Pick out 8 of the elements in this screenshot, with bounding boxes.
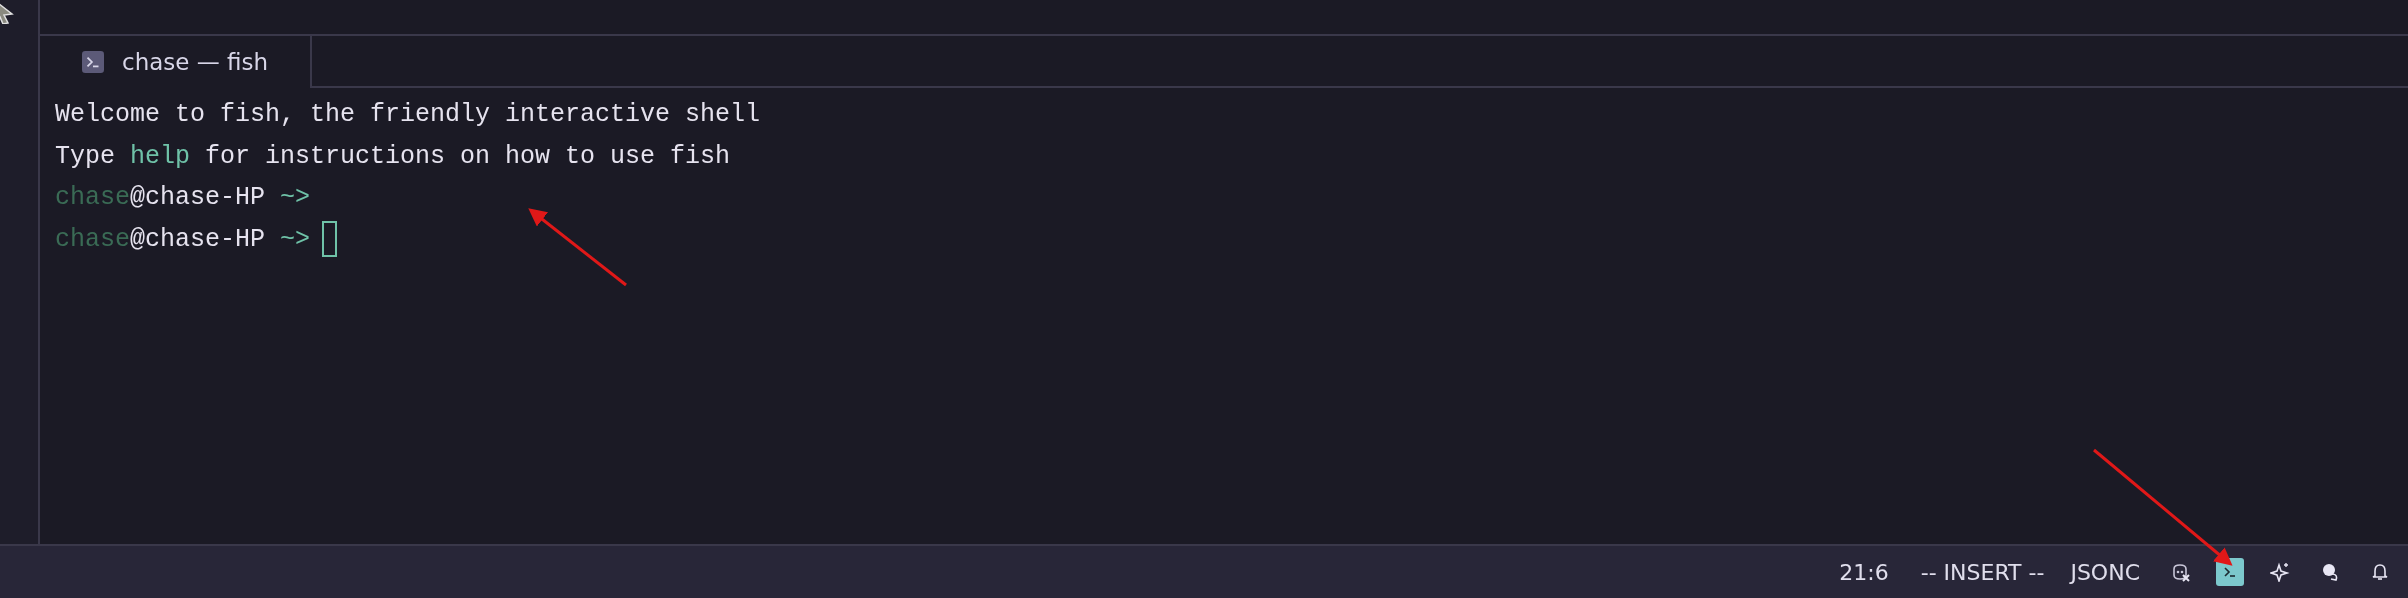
terminal-line: Type help for instructions on how to use fish <box>55 141 731 171</box>
terminal-line: chase@chase-HP ~> <box>55 224 311 254</box>
status-text: 21:6 <box>1839 559 1889 585</box>
status-text: JSONC <box>2070 559 2140 585</box>
status-text: -- INSERT -- <box>1920 559 2045 585</box>
terminal-icon <box>82 51 104 73</box>
terminal-line: chase@chase-HP ~> <box>55 183 311 213</box>
terminal-line: Welcome to fish, the friendly interactive shell <box>55 100 761 130</box>
